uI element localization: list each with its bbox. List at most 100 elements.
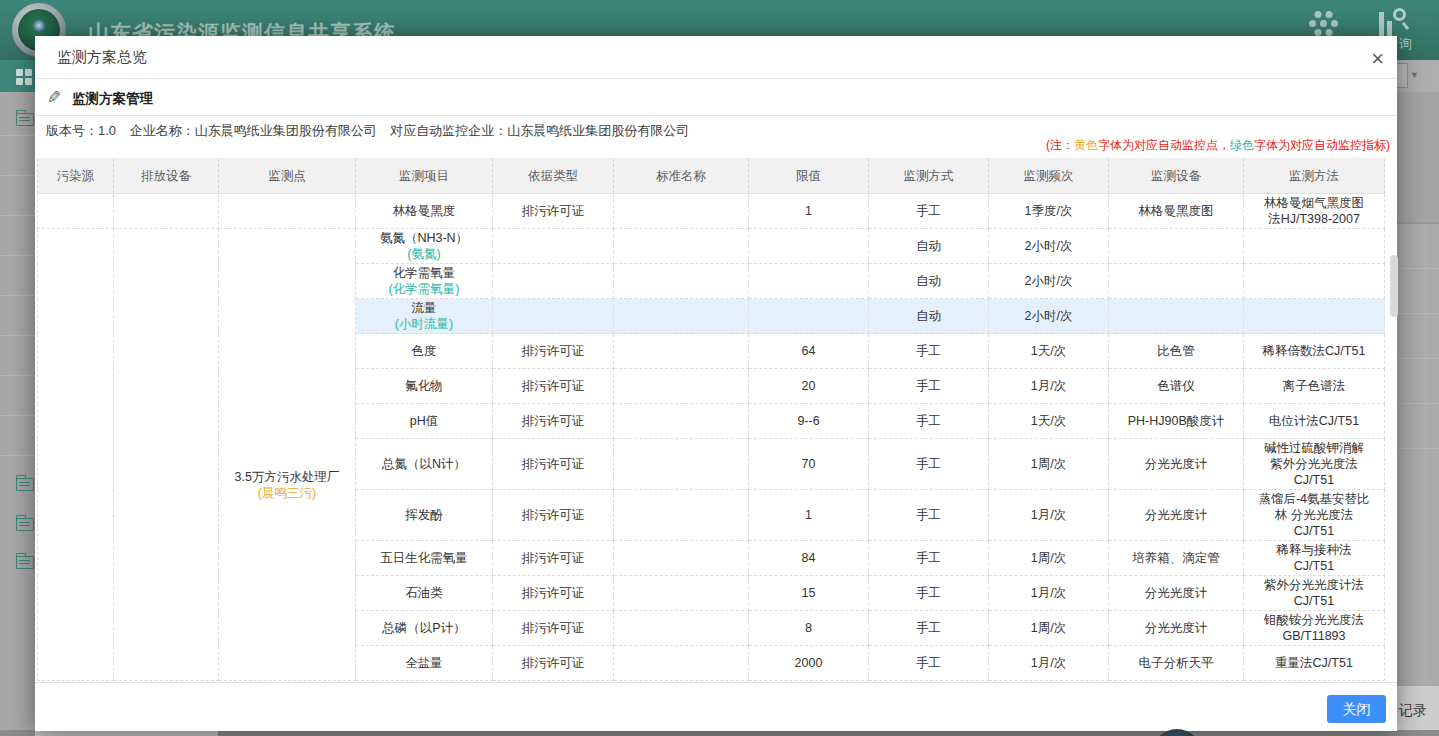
device-cell: 分光光度计: [1109, 439, 1244, 490]
item-cell: 化学需氧量(化学需氧量): [356, 264, 493, 299]
standard-cell: [614, 439, 749, 490]
record-label: 记录: [1399, 702, 1427, 720]
sidebar: [0, 92, 35, 732]
mode-cell: 手工: [869, 369, 989, 404]
table-cell: [114, 194, 219, 229]
method-cell: 碱性过硫酸钾消解 紫外分光光度法 CJ/T51: [1244, 439, 1385, 490]
mode-cell: 自动: [869, 229, 989, 264]
standard-cell: [614, 369, 749, 404]
folder-icon[interactable]: [16, 518, 34, 531]
menu-grid-icon[interactable]: [16, 69, 32, 85]
method-cell: 林格曼烟气黑度图 法HJ/T398-2007: [1244, 194, 1385, 229]
method-cell: 稀释倍数法CJ/T51: [1244, 334, 1385, 369]
column-header: 污染源: [38, 159, 114, 194]
scrollbar-thumb[interactable]: [1390, 255, 1398, 317]
standard-cell: [614, 404, 749, 439]
standard-cell: [614, 611, 749, 646]
mode-cell: 手工: [869, 194, 989, 229]
chart-search-icon[interactable]: [1378, 8, 1408, 36]
method-cell: 稀释与接种法 CJ/T51: [1244, 541, 1385, 576]
method-cell: 蒸馏后-4氨基安替比 林 分光光度法 CJ/T51: [1244, 490, 1385, 541]
device-cell: 电子分析天平: [1109, 646, 1244, 681]
basis-cell: 排污许可证: [493, 490, 614, 541]
method-cell: 电位计法CJ/T51: [1244, 404, 1385, 439]
frequency-cell: 1天/次: [989, 404, 1109, 439]
standard-cell: [614, 490, 749, 541]
basis-cell: 排污许可证: [493, 611, 614, 646]
limit-cell: 1: [749, 194, 869, 229]
frequency-cell: 1季度/次: [989, 194, 1109, 229]
version-value: 1.0: [98, 123, 116, 138]
column-header: 监测方法: [1244, 159, 1385, 194]
item-cell: pH值: [356, 404, 493, 439]
standard-cell: [614, 541, 749, 576]
mode-cell: 手工: [869, 611, 989, 646]
limit-cell: 20: [749, 369, 869, 404]
method-cell: 钼酸铵分光光度法 GB/T11893: [1244, 611, 1385, 646]
standard-cell: [614, 299, 749, 334]
column-header: 监测频次: [989, 159, 1109, 194]
note-line: (注：黄色字体为对应自动监控点，绿色字体为对应自动监控指标): [1046, 137, 1390, 154]
mode-cell: 手工: [869, 439, 989, 490]
discharge-device-cell: [114, 229, 219, 681]
device-cell: 培养箱、滴定管: [1109, 541, 1244, 576]
frequency-cell: 2小时/次: [989, 299, 1109, 334]
mode-cell: 手工: [869, 646, 989, 681]
auto-company-value: 山东晨鸣纸业集团股份有限公司: [507, 123, 689, 138]
standard-cell: [614, 334, 749, 369]
basis-cell: 排污许可证: [493, 334, 614, 369]
basis-cell: 排污许可证: [493, 541, 614, 576]
frequency-cell: 2小时/次: [989, 229, 1109, 264]
limit-cell: 64: [749, 334, 869, 369]
limit-cell: 84: [749, 541, 869, 576]
pollution-source-cell: [38, 229, 114, 681]
close-button[interactable]: 关闭: [1327, 695, 1386, 723]
basis-cell: [493, 299, 614, 334]
pen-icon: ✎: [47, 87, 61, 108]
item-cell: 总磷（以P计）: [356, 611, 493, 646]
column-header: 监测方式: [869, 159, 989, 194]
item-cell: 林格曼黑度: [356, 194, 493, 229]
info-line: 版本号：1.0 企业名称：山东晨鸣纸业集团股份有限公司 对应自动监控企业：山东晨…: [46, 122, 689, 140]
device-cell: 比色管: [1109, 334, 1244, 369]
column-header: 排放设备: [114, 159, 219, 194]
method-cell: [1244, 229, 1385, 264]
close-icon[interactable]: ×: [1371, 47, 1384, 71]
basis-cell: 排污许可证: [493, 369, 614, 404]
query-label: 询: [1399, 35, 1412, 53]
table-cell: [38, 194, 114, 229]
table-header-row: 污染源排放设备监测点监测项目依据类型标准名称限值监测方式监测频次监测设备监测方法: [38, 159, 1385, 194]
basis-cell: 排污许可证: [493, 439, 614, 490]
modal-titlebar: 监测方案总览 ×: [35, 36, 1397, 79]
modal-title: 监测方案总览: [57, 48, 147, 67]
device-cell: 色谱仪: [1109, 369, 1244, 404]
standard-cell: [614, 229, 749, 264]
background-band: [1397, 92, 1439, 223]
method-cell: 离子色谱法: [1244, 369, 1385, 404]
device-cell: PH-HJ90B酸度计: [1109, 404, 1244, 439]
basis-cell: 排污许可证: [493, 576, 614, 611]
basis-cell: 排污许可证: [493, 194, 614, 229]
method-cell: 重量法CJ/T51: [1244, 646, 1385, 681]
plan-table: 污染源排放设备监测点监测项目依据类型标准名称限值监测方式监测频次监测设备监测方法…: [37, 158, 1384, 681]
folder-icon[interactable]: [16, 478, 34, 491]
monitoring-point-cell: 3.5万方污水处理厂(晨鸣三污): [219, 229, 356, 681]
section-title: 监测方案管理: [72, 90, 153, 108]
folder-icon[interactable]: [16, 556, 34, 569]
frequency-cell: 1月/次: [989, 576, 1109, 611]
folder-icon[interactable]: [16, 113, 34, 126]
mode-cell: 手工: [869, 334, 989, 369]
item-cell: 石油类: [356, 576, 493, 611]
table-row: 3.5万方污水处理厂(晨鸣三污)氨氮（NH3-N）(氨氮)自动2小时/次: [38, 229, 1385, 264]
column-header: 标准名称: [614, 159, 749, 194]
frequency-cell: 1月/次: [989, 646, 1109, 681]
standard-cell: [614, 576, 749, 611]
item-cell: 挥发酚: [356, 490, 493, 541]
frequency-cell: 1周/次: [989, 439, 1109, 490]
monitoring-plan-modal: 监测方案总览 × ✎ 监测方案管理 版本号：1.0 企业名称：山东晨鸣纸业集团股…: [35, 36, 1397, 731]
frequency-cell: 2小时/次: [989, 264, 1109, 299]
device-cell: 林格曼黑度图: [1109, 194, 1244, 229]
item-cell: 色度: [356, 334, 493, 369]
mode-cell: 手工: [869, 490, 989, 541]
apps-grid-icon[interactable]: [1320, 20, 1327, 27]
